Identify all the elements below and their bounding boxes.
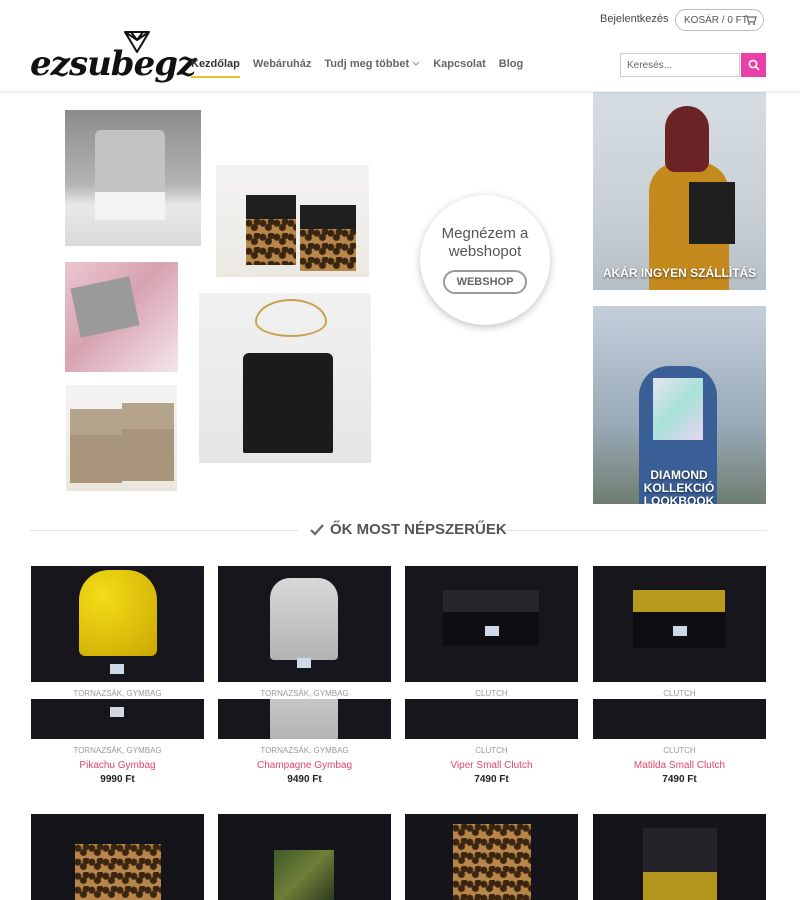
product-image-strip[interactable] bbox=[405, 699, 578, 739]
checkmark-icon bbox=[310, 523, 324, 536]
cork-bag-image bbox=[70, 409, 122, 483]
site-logo[interactable]: ezsubegz bbox=[30, 30, 196, 90]
product-category: CLUTCH bbox=[663, 746, 696, 755]
product-image-strip[interactable] bbox=[31, 699, 204, 739]
black-clutch-image bbox=[443, 590, 539, 646]
product-category: CLUTCH bbox=[475, 746, 508, 755]
nav-item-blog[interactable]: Blog bbox=[499, 58, 523, 70]
section-divider-left bbox=[30, 530, 298, 531]
photo-cork-bags[interactable] bbox=[66, 385, 177, 491]
banner-diamond-lookbook-caption: DIAMOND KOLLEKCIÓ LOOKBOOK bbox=[643, 468, 715, 505]
leopard-backpack-image bbox=[453, 824, 531, 900]
silver-gymbag-image bbox=[270, 578, 338, 660]
photo-silver-backpack[interactable] bbox=[65, 110, 201, 246]
logo-text: ezsubegz bbox=[30, 44, 196, 84]
section-title-text: ŐK MOST NÉPSZERŰEK bbox=[330, 521, 507, 538]
brand-label bbox=[110, 707, 124, 717]
nav-item-webshop[interactable]: Webáruház bbox=[253, 58, 311, 70]
yellow-fur-bag-image bbox=[79, 570, 157, 656]
product-price: 7490 Ft bbox=[662, 774, 697, 785]
product-price: 9490 Ft bbox=[287, 774, 322, 785]
nav-item-learn-more[interactable]: Tudj meg többet bbox=[324, 58, 420, 70]
leopard-clutch-image bbox=[75, 844, 161, 900]
yellow-backpack-image bbox=[643, 828, 717, 900]
nav-item-learn-more-label: Tudj meg többet bbox=[324, 58, 410, 70]
banner-free-shipping[interactable]: AKÁR INGYEN SZÁLLÍTÁS bbox=[593, 92, 766, 290]
cork-bag-image-2 bbox=[122, 403, 174, 481]
product-category-overlay: TORNAZSÁK, GYMBAG bbox=[260, 689, 349, 698]
product-image-leopard-pack[interactable] bbox=[405, 814, 578, 900]
photo-black-backpack[interactable] bbox=[199, 293, 371, 463]
product-category: TORNAZSÁK, GYMBAG bbox=[260, 746, 349, 755]
chevron-down-icon bbox=[412, 61, 420, 66]
black-backpack-image bbox=[243, 353, 333, 453]
photo-leopard-bags[interactable] bbox=[216, 165, 369, 277]
site-header: Bejelentkezés KOSÁR / 0 FT ezsubegz Kezd… bbox=[0, 0, 800, 92]
model-backpack-image bbox=[689, 182, 735, 244]
product-image-viper[interactable] bbox=[405, 566, 578, 682]
webshop-button[interactable]: WEBSHOP bbox=[443, 270, 527, 294]
product-image-matilda[interactable] bbox=[593, 566, 766, 682]
search-input[interactable]: Keresés... bbox=[620, 53, 740, 77]
product-name[interactable]: Matilda Small Clutch bbox=[593, 760, 766, 771]
product-category-overlay: CLUTCH bbox=[663, 689, 696, 698]
product-image-leopard-clutch[interactable] bbox=[31, 814, 204, 900]
diamond-logo-icon bbox=[124, 31, 150, 53]
product-image-pikachu[interactable] bbox=[31, 566, 204, 682]
leopard-bag-image-2 bbox=[300, 205, 356, 271]
fur-bag-image bbox=[70, 276, 140, 338]
leopard-bag-image bbox=[246, 195, 296, 265]
product-category-overlay: TORNAZSÁK, GYMBAG bbox=[73, 689, 162, 698]
model-hair-image bbox=[665, 106, 709, 172]
silver-gymbag-image bbox=[270, 699, 338, 739]
webshop-promo-circle: Megnézem a webshopot WEBSHOP bbox=[420, 195, 550, 325]
product-image-camo-bag[interactable] bbox=[218, 814, 391, 900]
product-image-strip[interactable] bbox=[218, 699, 391, 739]
nav-item-home[interactable]: Kezdőlap bbox=[191, 58, 240, 78]
camo-bag-image bbox=[274, 850, 334, 900]
search-button[interactable] bbox=[741, 53, 766, 77]
product-image-yellow-pack[interactable] bbox=[593, 814, 766, 900]
product-price: 9990 Ft bbox=[100, 774, 135, 785]
webshop-promo-text: Megnézem a webshopot bbox=[441, 225, 529, 260]
silver-backpack-image bbox=[95, 130, 165, 220]
product-category: TORNAZSÁK, GYMBAG bbox=[73, 746, 162, 755]
cart-label: KOSÁR / 0 FT bbox=[684, 14, 748, 26]
cart-icon bbox=[745, 15, 757, 25]
photo-pink-fur[interactable] bbox=[65, 262, 178, 372]
product-category-overlay: CLUTCH bbox=[475, 689, 508, 698]
banner-free-shipping-caption: AKÁR INGYEN SZÁLLÍTÁS bbox=[602, 266, 757, 280]
product-price: 7490 Ft bbox=[474, 774, 509, 785]
product-name[interactable]: Champagne Gymbag bbox=[218, 760, 391, 771]
brand-label bbox=[485, 626, 499, 636]
section-title: ŐK MOST NÉPSZERŰEK bbox=[310, 521, 507, 538]
brand-label bbox=[673, 626, 687, 636]
product-image-champagne[interactable] bbox=[218, 566, 391, 682]
main-nav: Kezdőlap Webáruház Tudj meg többet Kapcs… bbox=[191, 58, 523, 78]
holographic-backpack-image bbox=[653, 378, 703, 440]
nav-item-contact[interactable]: Kapcsolat bbox=[433, 58, 486, 70]
section-divider-right bbox=[500, 530, 766, 531]
banner-diamond-lookbook[interactable]: DIAMOND KOLLEKCIÓ LOOKBOOK bbox=[593, 306, 766, 504]
search-icon bbox=[748, 59, 760, 71]
yellow-clutch-image bbox=[633, 590, 725, 648]
login-link[interactable]: Bejelentkezés bbox=[600, 13, 669, 25]
product-image-strip[interactable] bbox=[593, 699, 766, 739]
product-name[interactable]: Pikachu Gymbag bbox=[31, 760, 204, 771]
eye-decoration-image bbox=[255, 299, 327, 337]
brand-label bbox=[297, 658, 311, 668]
product-name[interactable]: Viper Small Clutch bbox=[405, 760, 578, 771]
brand-label bbox=[110, 664, 124, 674]
cart-button[interactable]: KOSÁR / 0 FT bbox=[675, 9, 764, 31]
